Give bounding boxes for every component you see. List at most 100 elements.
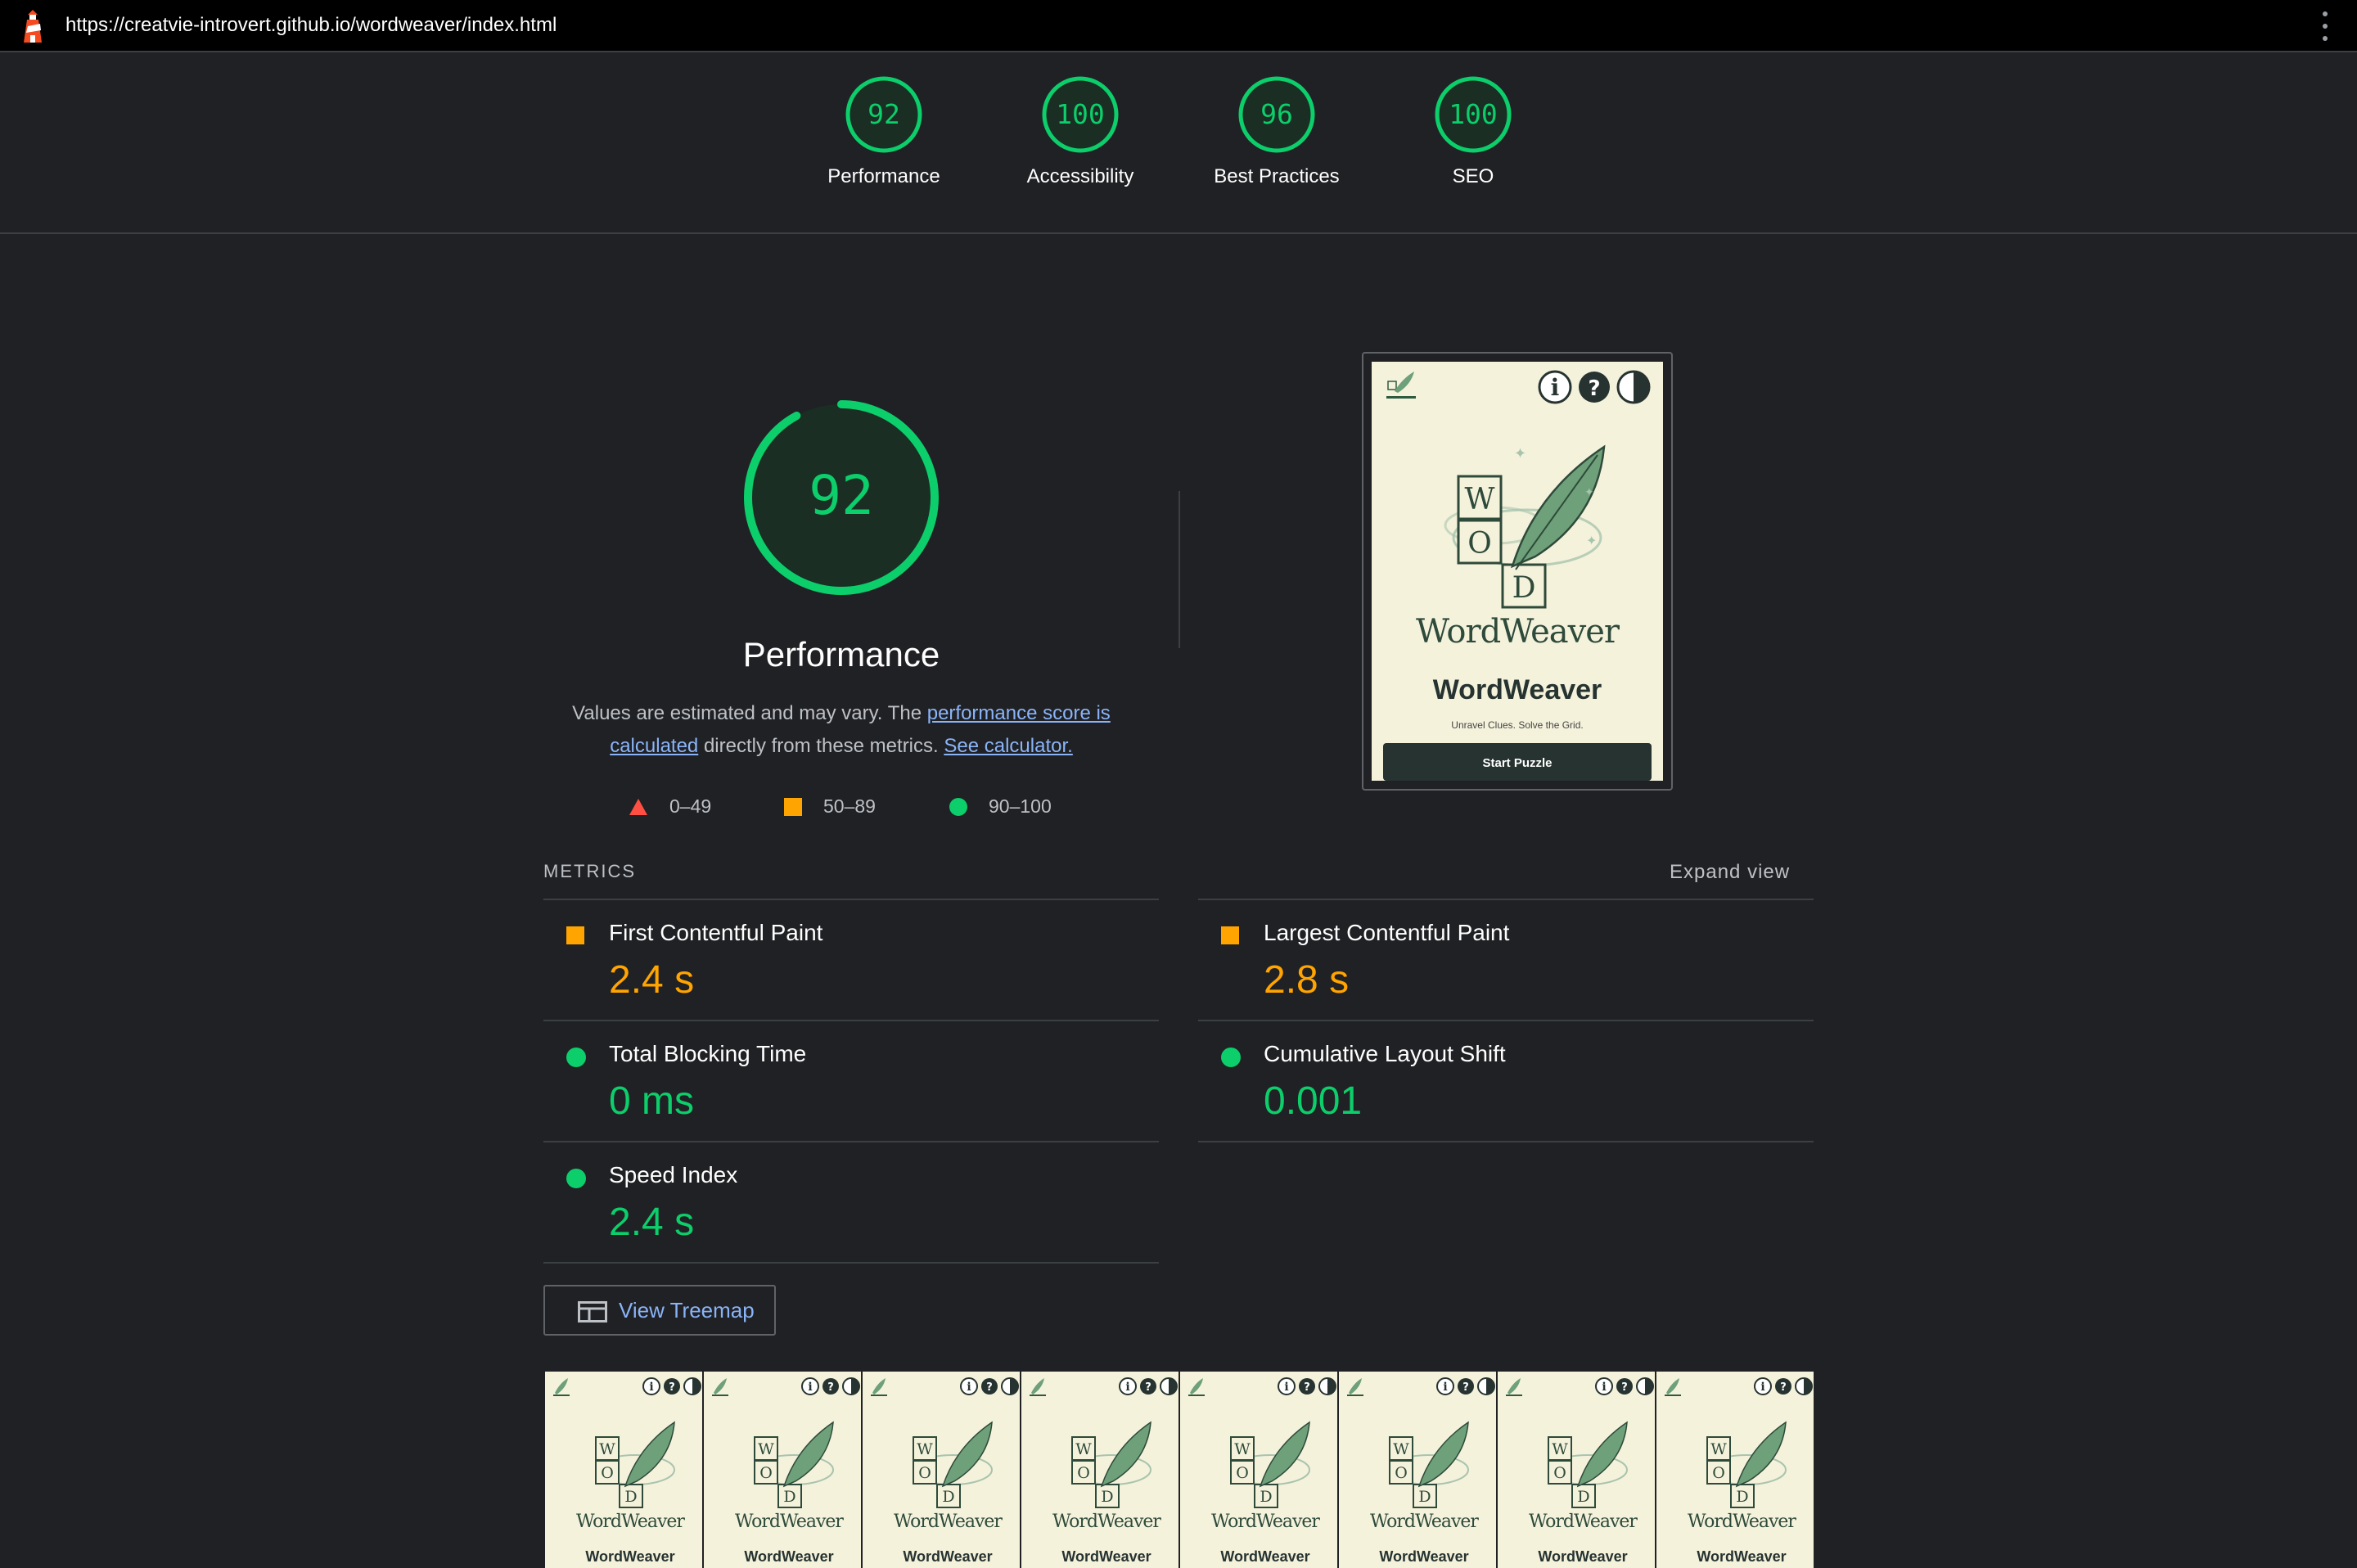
- help-icon: ?: [1775, 1378, 1791, 1395]
- logo-letter: W: [1464, 483, 1494, 516]
- square-icon: [566, 926, 584, 944]
- info-icon: i: [1436, 1377, 1454, 1395]
- metric-title: First Contentful Paint: [609, 920, 823, 945]
- gauge-accessibility[interactable]: 100 Accessibility: [990, 75, 1170, 188]
- app-logo-small-icon: [1347, 1378, 1363, 1396]
- info-icon: i: [1595, 1377, 1613, 1395]
- info-icon: i: [642, 1377, 660, 1395]
- metrics-heading: METRICS: [543, 861, 636, 881]
- svg-text:i: i: [1443, 1381, 1447, 1394]
- logo-letter: O: [1236, 1464, 1249, 1482]
- logo-wordmark: WordWeaver: [1688, 1512, 1796, 1532]
- square-icon: [784, 797, 802, 816]
- logo-letter: W: [1393, 1440, 1409, 1458]
- frame-thumbnail: i ? WOD WordWeaver WordWeaver: [1030, 1377, 1178, 1565]
- wordweaver-logo: WOD WordWeaver: [1052, 1421, 1162, 1532]
- frame-thumbnail: i ? WOD WordWeaver WordWeaver: [553, 1377, 701, 1565]
- svg-text:i: i: [1551, 374, 1560, 401]
- logo-letter: W: [1552, 1440, 1568, 1458]
- performance-description: Values are estimated and may vary. The p…: [540, 697, 1142, 763]
- gauge-label: Performance: [827, 165, 940, 187]
- wordweaver-logo: WOD WordWeaver: [1529, 1421, 1638, 1532]
- frame-title: WordWeaver: [1220, 1548, 1309, 1565]
- legend-pass: 90–100: [949, 795, 1052, 818]
- gauge-ring: 100: [1042, 76, 1119, 153]
- final-screenshot[interactable]: i ? W O D ✦ ✦ ✦ WordWeaver WordWeaver Un…: [1362, 352, 1673, 791]
- performance-title: Performance: [742, 635, 940, 674]
- see-calculator-link[interactable]: See calculator.: [944, 735, 1072, 757]
- contrast-icon: [1616, 370, 1651, 404]
- start-puzzle-label: Start Puzzle: [1482, 756, 1552, 770]
- gauge-score: 100: [1056, 98, 1105, 130]
- gauge-seo[interactable]: 100 SEO: [1383, 75, 1563, 188]
- divider: [1198, 1141, 1814, 1142]
- svg-text:?: ?: [1462, 1381, 1469, 1394]
- desc-text: directly from these metrics.: [698, 735, 944, 757]
- app-preview-art: i ? W O D ✦ ✦ ✦ WordWeaver WordWeaver Un…: [1383, 370, 1652, 781]
- frame-title: WordWeaver: [1538, 1548, 1627, 1565]
- logo-letter: W: [1710, 1440, 1727, 1458]
- svg-text:?: ?: [1588, 376, 1600, 401]
- frame-title: WordWeaver: [1379, 1548, 1468, 1565]
- info-icon: i: [1278, 1377, 1296, 1395]
- help-icon: ?: [981, 1378, 998, 1395]
- app-tagline: Unravel Clues. Solve the Grid.: [1451, 719, 1583, 731]
- logo-letter: O: [1712, 1464, 1725, 1482]
- gauge-best-practices[interactable]: 96 Best Practices: [1187, 75, 1367, 188]
- logo-letter: W: [1234, 1440, 1251, 1458]
- treemap-icon: [578, 1301, 607, 1322]
- logo-wordmark: WordWeaver: [894, 1512, 1003, 1532]
- svg-text:i: i: [1284, 1381, 1288, 1394]
- url-text[interactable]: https://creatvie-introvert.github.io/wor…: [65, 14, 557, 37]
- logo-letter: O: [918, 1464, 931, 1482]
- logo-wordmark: WordWeaver: [1370, 1512, 1479, 1532]
- frame-title: WordWeaver: [1697, 1548, 1786, 1565]
- metric-value: 0.001: [1264, 1079, 1363, 1123]
- svg-text:i: i: [967, 1381, 971, 1394]
- svg-text:?: ?: [827, 1381, 834, 1394]
- metric-cumulative-layout-shift: Cumulative Layout Shift 0.001: [1198, 1020, 1814, 1142]
- view-treemap-button[interactable]: View Treemap: [543, 1285, 776, 1336]
- help-icon: ?: [1299, 1378, 1315, 1395]
- app-logo-small-icon: [1506, 1378, 1522, 1396]
- app-title: WordWeaver: [1433, 674, 1602, 705]
- gauge-score: 96: [1260, 98, 1293, 130]
- metric-title: Speed Index: [609, 1162, 738, 1187]
- app-logo-small-icon: [712, 1378, 728, 1396]
- logo-letter: D: [1260, 1488, 1272, 1506]
- expand-view-toggle[interactable]: Expand view: [1670, 861, 1790, 884]
- wordweaver-logo: WOD WordWeaver: [1688, 1421, 1797, 1532]
- more-vert-icon[interactable]: [2321, 11, 2329, 41]
- logo-letter: O: [601, 1464, 614, 1482]
- frame-thumbnail: i ? WOD WordWeaver WordWeaver: [1665, 1377, 1813, 1565]
- metric-value: 2.4 s: [609, 1201, 695, 1244]
- svg-text:?: ?: [1145, 1381, 1151, 1394]
- metric-speed-index: Speed Index 2.4 s: [543, 1141, 1159, 1264]
- gauge-performance[interactable]: 92 Performance: [794, 75, 974, 188]
- wordweaver-logo: WOD WordWeaver: [1370, 1421, 1480, 1532]
- frame-thumbnail: i ? WOD WordWeaver WordWeaver: [712, 1377, 860, 1565]
- svg-text:i: i: [1125, 1381, 1129, 1394]
- logo-wordmark: WordWeaver: [576, 1512, 685, 1532]
- metric-title: Largest Contentful Paint: [1264, 920, 1510, 945]
- app-preview: i ? W O D ✦ ✦ ✦ WordWeaver WordWeaver Un…: [1372, 362, 1663, 781]
- logo-letter: W: [599, 1440, 615, 1458]
- wordweaver-logo: WOD WordWeaver: [894, 1421, 1003, 1532]
- metric-title: Cumulative Layout Shift: [1264, 1041, 1506, 1066]
- logo-wordmark: WordWeaver: [1052, 1512, 1161, 1532]
- logo-letter: D: [1101, 1488, 1113, 1506]
- frame-title: WordWeaver: [585, 1548, 674, 1565]
- logo-letter: O: [1467, 527, 1492, 561]
- gauge-label: Accessibility: [1026, 165, 1134, 187]
- metric-total-blocking-time: Total Blocking Time 0 ms: [543, 1020, 1159, 1142]
- view-treemap-label: View Treemap: [619, 1298, 755, 1322]
- app-logo-small-icon: [1188, 1378, 1205, 1396]
- contrast-icon: [1001, 1377, 1019, 1395]
- filmstrip-frame: i? W O D WordWeaver WordWeaver: [1496, 1372, 1655, 1568]
- help-icon: ?: [1458, 1378, 1474, 1395]
- svg-text:i: i: [1602, 1381, 1606, 1394]
- wordweaver-logo: W O D ✦ ✦ ✦ WordWeaver: [1416, 444, 1621, 651]
- logo-letter: D: [1736, 1488, 1748, 1506]
- triangle-icon: [629, 798, 647, 815]
- legend-average: 50–89: [784, 795, 876, 818]
